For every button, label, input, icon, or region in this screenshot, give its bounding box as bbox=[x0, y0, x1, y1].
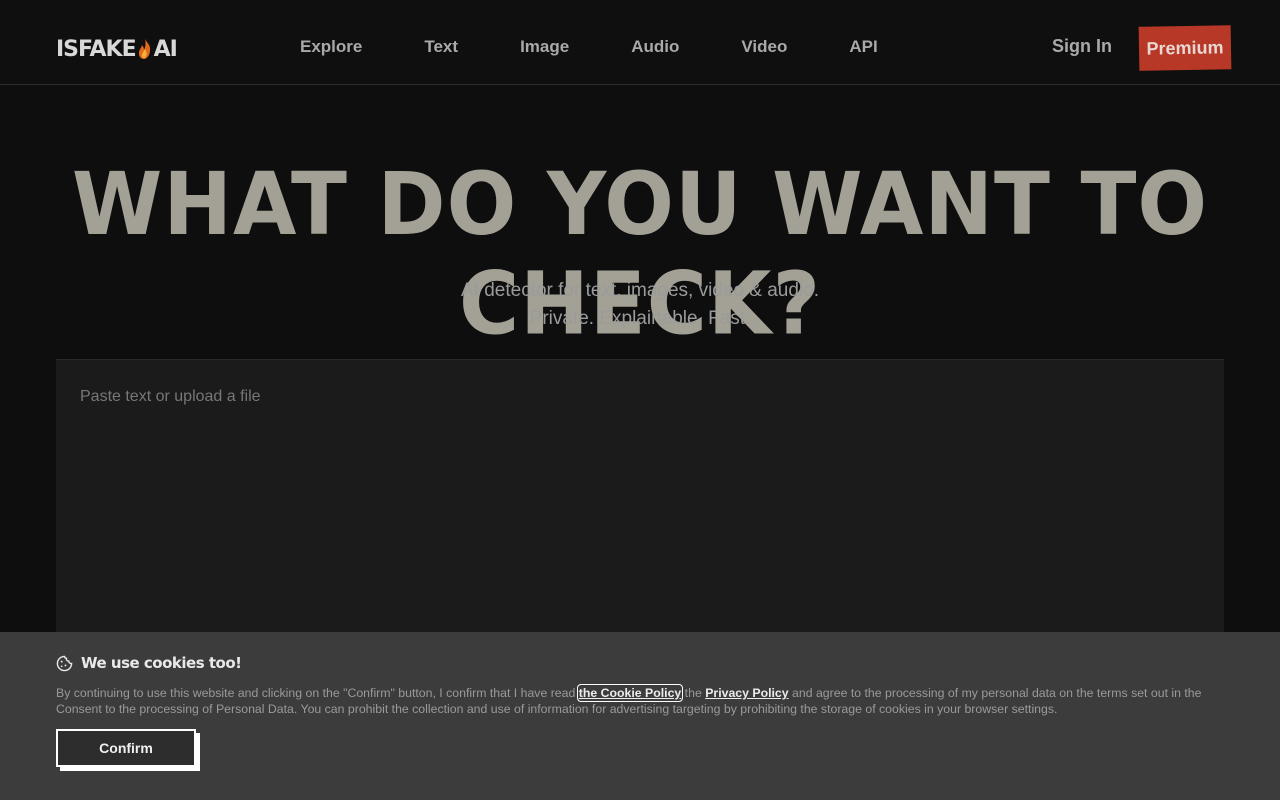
confirm-button[interactable]: Confirm bbox=[56, 729, 196, 767]
hero-subtitle: AI detector for text, images, video & au… bbox=[0, 277, 1280, 333]
cookie-title-text: We use cookies too! bbox=[81, 654, 242, 672]
privacy-policy-link[interactable]: Privacy Policy bbox=[705, 686, 788, 700]
cookie-text-before: By continuing to use this website and cl… bbox=[56, 686, 579, 700]
nav-video[interactable]: Video bbox=[741, 37, 787, 57]
cookie-banner-title: We use cookies too! bbox=[56, 654, 242, 672]
cookie-consent-text: By continuing to use this website and cl… bbox=[56, 684, 1226, 717]
premium-button[interactable]: Premium bbox=[1138, 25, 1232, 71]
sign-in-link[interactable]: Sign In bbox=[1052, 36, 1112, 57]
site-header: ISFAKE AI Explore Text Image Audio Video… bbox=[0, 0, 1280, 85]
nav-explore[interactable]: Explore bbox=[300, 37, 362, 57]
logo-text-right: AI bbox=[153, 36, 178, 62]
nav-text[interactable]: Text bbox=[424, 37, 458, 57]
confirm-button-wrap: Confirm bbox=[56, 729, 200, 771]
nav-api[interactable]: API bbox=[849, 37, 877, 57]
check-text-input[interactable] bbox=[56, 360, 1224, 659]
nav-image[interactable]: Image bbox=[520, 37, 569, 57]
cookie-policy-link[interactable]: the Cookie Policy bbox=[576, 684, 684, 702]
cookie-text-mid: the bbox=[681, 686, 706, 700]
cookie-banner: We use cookies too! By continuing to use… bbox=[0, 632, 1280, 800]
logo-text-left: ISFAKE bbox=[56, 36, 137, 62]
subtitle-line-2: Private. Explainable. Fast. bbox=[529, 308, 751, 329]
nav-audio[interactable]: Audio bbox=[631, 37, 679, 57]
logo[interactable]: ISFAKE AI bbox=[56, 36, 178, 62]
check-input-panel bbox=[56, 359, 1224, 659]
flame-icon bbox=[138, 39, 150, 59]
subtitle-line-1: AI detector for text, images, video & au… bbox=[460, 280, 820, 301]
main-nav: Explore Text Image Audio Video API bbox=[300, 30, 878, 64]
cookie-icon bbox=[56, 655, 73, 671]
